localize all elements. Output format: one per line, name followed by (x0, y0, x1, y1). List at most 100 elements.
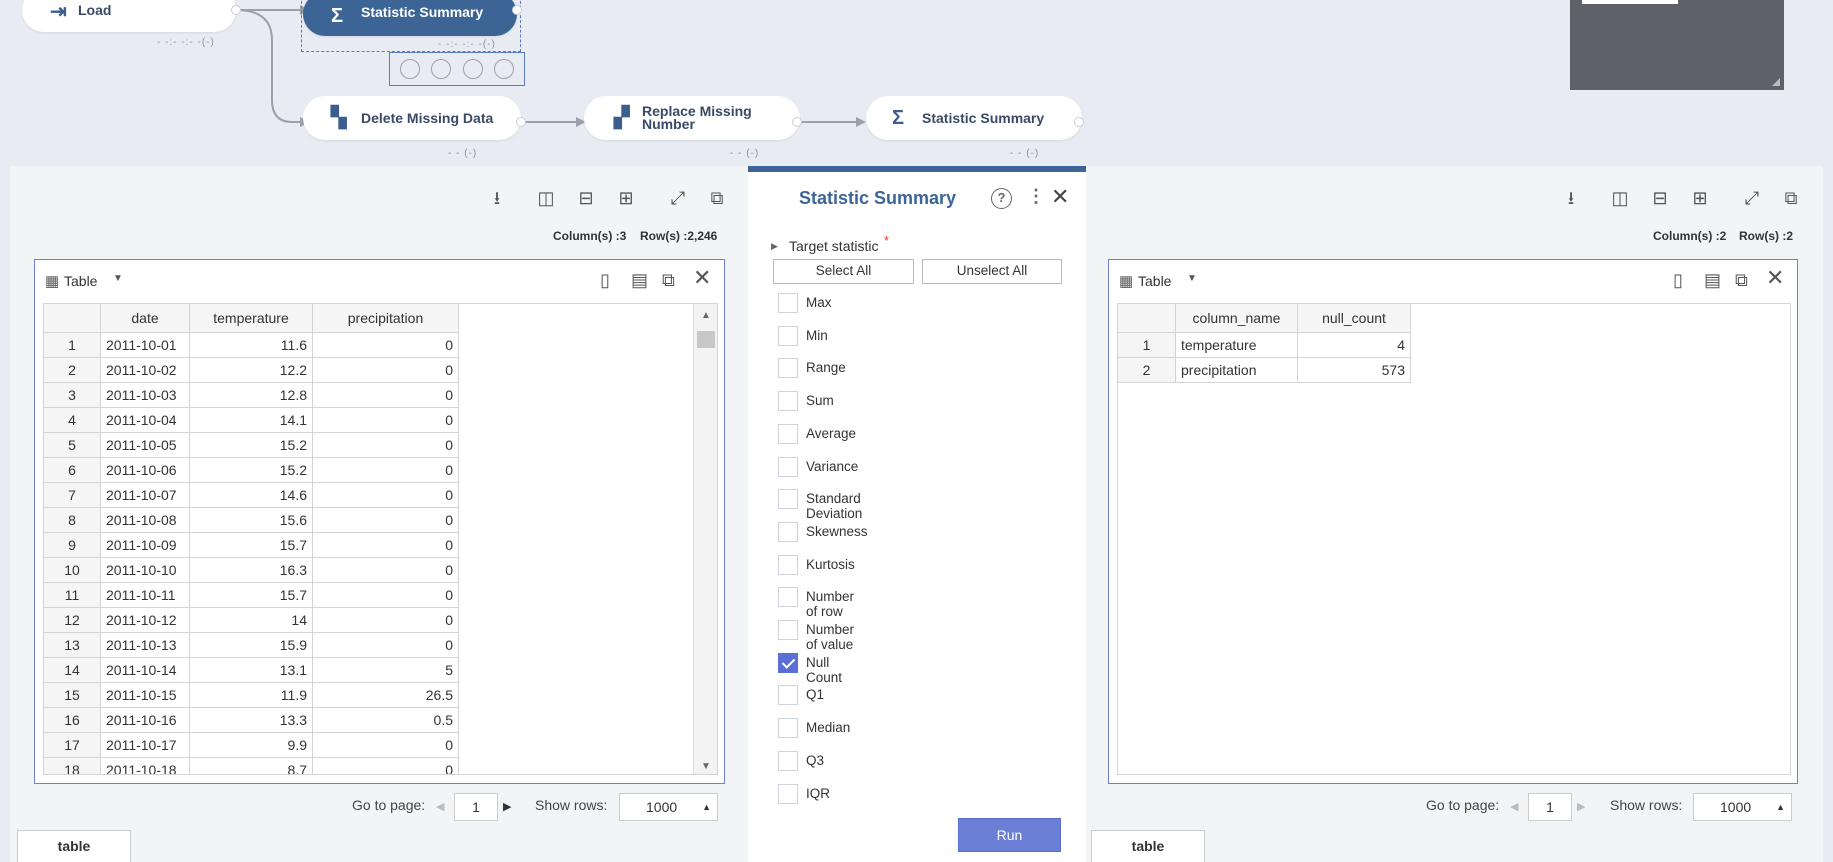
table-cell[interactable]: 12.8 (189, 382, 313, 408)
link-node-icon[interactable] (431, 59, 452, 79)
popout-icon[interactable]: ⧉ (706, 187, 728, 209)
table-cell[interactable]: 2011-10-01 (100, 332, 190, 358)
next-page-icon[interactable]: ▶ (1577, 800, 1585, 813)
table-row[interactable]: 10 2011-10-10 16.3 0 (44, 557, 459, 583)
table-cell[interactable]: 13.1 (189, 657, 313, 683)
table-row[interactable]: 12 2011-10-12 14 0 (44, 607, 459, 633)
table-row[interactable]: 9 2011-10-09 15.7 0 (44, 532, 459, 558)
next-page-icon[interactable]: ▶ (503, 800, 511, 813)
table-cell[interactable]: 0.5 (312, 707, 459, 733)
close-dialog-icon[interactable]: ✕ (1051, 184, 1069, 210)
table-row[interactable]: 11 2011-10-11 15.7 0 (44, 582, 459, 608)
statistic-option-label[interactable]: Number of row (806, 589, 854, 619)
table-cell[interactable]: 16.3 (189, 557, 313, 583)
column-settings-icon[interactable]: ▤ (1704, 270, 1721, 290)
table-cell[interactable]: precipitation (1175, 357, 1298, 383)
table-cell[interactable]: 0 (312, 757, 459, 774)
download-icon[interactable]: ⭳ (486, 187, 508, 209)
statistic-option-label[interactable]: Standard Deviation (806, 491, 862, 521)
close-table-icon[interactable]: ✕ (1766, 267, 1784, 289)
prev-page-icon[interactable]: ◀ (436, 800, 444, 813)
split-horizontal-icon[interactable]: ⊟ (1649, 187, 1671, 209)
table-cell[interactable]: 2011-10-16 (100, 707, 190, 733)
node-delete-missing-data[interactable]: ▚ Delete Missing Data (303, 96, 521, 140)
statistic-checkbox[interactable] (778, 784, 798, 804)
statistic-checkbox[interactable] (778, 326, 798, 346)
help-icon[interactable]: ? (991, 188, 1012, 209)
statistic-option-label[interactable]: Number of value (806, 622, 854, 652)
table-cell[interactable]: 2011-10-12 (100, 607, 190, 633)
table-row[interactable]: 6 2011-10-06 15.2 0 (44, 457, 459, 483)
statistic-option-label[interactable]: Q3 (806, 753, 824, 768)
minimap-resize-handle[interactable] (1772, 78, 1780, 86)
node-replace-output-port[interactable] (792, 117, 802, 127)
statistic-option-label[interactable]: Sum (806, 393, 834, 408)
table-cell[interactable]: 0 (312, 632, 459, 658)
chevron-down-icon[interactable]: ▼ (113, 273, 123, 284)
table-row[interactable]: 4 2011-10-04 14.1 0 (44, 407, 459, 433)
tab-table[interactable]: table (1091, 830, 1205, 862)
statistic-checkbox[interactable] (778, 457, 798, 477)
table-cell[interactable]: 2011-10-05 (100, 432, 190, 458)
statistic-checkbox[interactable] (778, 587, 798, 607)
table-row[interactable]: 1 temperature 4 (1118, 332, 1411, 358)
node-statistic-summary-selected[interactable]: Σ Statistic Summary (303, 0, 517, 36)
spinner-up-icon[interactable]: ▲ (1776, 794, 1785, 820)
column-header[interactable]: column_name (1175, 304, 1298, 333)
fullscreen-icon[interactable]: ⤢ (667, 187, 689, 209)
table-cell[interactable]: 0 (312, 557, 459, 583)
statistic-checkbox[interactable] (778, 489, 798, 509)
statistic-option-label[interactable]: Min (806, 328, 828, 343)
column-header[interactable]: temperature (189, 304, 313, 333)
table-cell[interactable]: temperature (1175, 332, 1298, 358)
table-cell[interactable]: 0 (312, 357, 459, 383)
table-row[interactable]: 13 2011-10-13 15.9 0 (44, 632, 459, 658)
table-cell[interactable]: 4 (1297, 332, 1411, 358)
node-replace-missing-number[interactable]: ▞ Replace Missing Number (584, 96, 800, 140)
table-cell[interactable]: 0 (312, 607, 459, 633)
table-cell[interactable]: 12.2 (189, 357, 313, 383)
table-row[interactable]: 5 2011-10-05 15.2 0 (44, 432, 459, 458)
table-cell[interactable]: 13.3 (189, 707, 313, 733)
table-cell[interactable]: 11.6 (189, 332, 313, 358)
select-all-button[interactable]: Select All (773, 259, 914, 284)
table-cell[interactable]: 2011-10-07 (100, 482, 190, 508)
table-row[interactable]: 16 2011-10-16 13.3 0.5 (44, 707, 459, 733)
table-row[interactable]: 3 2011-10-03 12.8 0 (44, 382, 459, 408)
statistic-checkbox[interactable] (778, 653, 798, 673)
statistic-checkbox[interactable] (778, 555, 798, 575)
add-sheet-icon[interactable]: ▯ (600, 270, 610, 290)
table-cell[interactable]: 9.9 (189, 732, 313, 758)
copy-icon[interactable]: ⧉ (1735, 270, 1748, 290)
right-grid-viewport[interactable]: column_name null_count 1 temperature 4 2 pre… (1117, 303, 1791, 775)
table-cell[interactable]: 15.7 (189, 582, 313, 608)
statistic-option-label[interactable]: Kurtosis (806, 557, 855, 572)
download-icon[interactable]: ⭳ (1560, 187, 1582, 209)
split-vertical-icon[interactable]: ◫ (1609, 187, 1631, 209)
table-cell[interactable]: 2011-10-17 (100, 732, 190, 758)
show-rows-select[interactable]: 1000 ▲ (1693, 793, 1792, 821)
table-row[interactable]: 14 2011-10-14 13.1 5 (44, 657, 459, 683)
table-cell[interactable]: 0 (312, 407, 459, 433)
tab-table[interactable]: table (17, 830, 131, 862)
table-row[interactable]: 1 2011-10-01 11.6 0 (44, 332, 459, 358)
scrollbar-thumb[interactable] (697, 331, 715, 348)
table-cell[interactable]: 26.5 (312, 682, 459, 708)
table-cell[interactable]: 2011-10-08 (100, 507, 190, 533)
workflow-canvas[interactable]: ⇥ Load - -:- -:- -(-) Σ Statistic Summar… (0, 0, 1833, 166)
table-cell[interactable]: 0 (312, 732, 459, 758)
grid-view-icon[interactable]: ⊞ (615, 187, 637, 209)
statistic-checkbox[interactable] (778, 391, 798, 411)
statistic-checkbox[interactable] (778, 293, 798, 313)
table-cell[interactable]: 15.6 (189, 507, 313, 533)
table-cell[interactable]: 14.1 (189, 407, 313, 433)
workflow-minimap[interactable] (1570, 0, 1784, 90)
vertical-scrollbar[interactable]: ▲ ▼ (693, 304, 717, 774)
table-cell[interactable]: 2011-10-13 (100, 632, 190, 658)
table-cell[interactable]: 15.2 (189, 457, 313, 483)
add-sheet-icon[interactable]: ▯ (1673, 270, 1683, 290)
table-cell[interactable]: 2011-10-10 (100, 557, 190, 583)
table-row[interactable]: 15 2011-10-15 11.9 26.5 (44, 682, 459, 708)
statistic-checkbox[interactable] (778, 751, 798, 771)
table-cell[interactable]: 11.9 (189, 682, 313, 708)
